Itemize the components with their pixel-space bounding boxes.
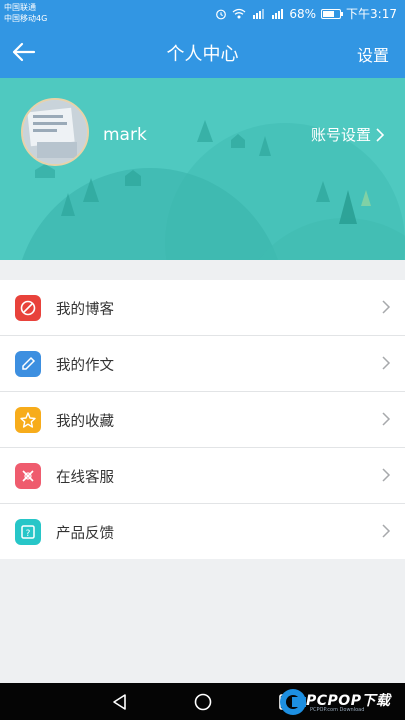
menu-item-label: 我的博客: [56, 302, 114, 318]
menu-item-customer-service[interactable]: 在线客服: [0, 448, 405, 504]
carrier-2: 中国移动4G: [4, 14, 48, 23]
account-settings-label: 账号设置: [310, 126, 371, 144]
status-time: 下午3:17: [346, 7, 397, 21]
carrier-info: 中国联通 中国移动4G: [4, 2, 47, 24]
profile-header: mark 账号设置: [0, 78, 405, 268]
chevron-right-icon: [382, 356, 391, 370]
system-nav-bar: PCPOP下载 PCPOP.com Download: [0, 683, 405, 720]
chevron-right-icon: [382, 468, 391, 482]
signal-icon-1: [253, 9, 265, 19]
menu-item-label: 在线客服: [56, 470, 114, 486]
menu-item-feedback[interactable]: ? 产品反馈: [0, 504, 405, 559]
menu-item-blog[interactable]: 我的博客: [0, 280, 405, 336]
battery-icon: [321, 8, 344, 19]
avatar[interactable]: [21, 98, 89, 166]
alarm-icon: [216, 9, 227, 19]
top-nav-bar: 个人中心 设置: [0, 26, 405, 78]
blog-icon: [15, 295, 41, 321]
battery-percent: 68%: [289, 6, 317, 21]
svg-text:?: ?: [26, 529, 31, 539]
status-bar: 中国联通 中国移动4G 68% 下午3:17: [0, 0, 405, 26]
carrier-1: 中国联通: [4, 3, 36, 12]
feedback-icon: ?: [15, 519, 41, 545]
status-indicators: 68% 下午3:17: [215, 5, 397, 22]
menu-item-label: 我的收藏: [56, 414, 114, 430]
menu-item-essays[interactable]: 我的作文: [0, 336, 405, 392]
page-title: 个人中心: [166, 44, 239, 65]
menu-item-label: 我的作文: [56, 358, 114, 374]
chevron-right-icon: [382, 524, 391, 538]
pencil-icon: [15, 351, 41, 377]
watermark: PCPOP下载 PCPOP.com Download: [278, 686, 403, 718]
watermark-subtext: PCPOP.com Download: [310, 707, 365, 713]
menu-item-label: 产品反馈: [56, 526, 114, 542]
chevron-right-icon: [382, 300, 391, 314]
chevron-right-icon: [382, 412, 391, 426]
watermark-logo-icon: [280, 689, 306, 715]
nav-home-icon[interactable]: [193, 692, 213, 712]
account-settings-button[interactable]: 账号设置: [311, 124, 385, 145]
menu-item-favorites[interactable]: 我的收藏: [0, 392, 405, 448]
chevron-right-icon: [376, 127, 385, 142]
wifi-icon: [232, 8, 246, 19]
menu-list: 我的博客 我的作文 我的收藏 在线客服 ? 产品反馈: [0, 280, 405, 559]
battery-fill: [323, 10, 334, 17]
nav-back-icon[interactable]: [110, 692, 130, 712]
avatar-photo: [23, 100, 87, 164]
star-icon: [15, 407, 41, 433]
settings-button[interactable]: 设置: [357, 42, 389, 66]
signal-icon-2: [272, 9, 284, 19]
username: mark: [103, 125, 147, 145]
service-icon: [15, 463, 41, 489]
